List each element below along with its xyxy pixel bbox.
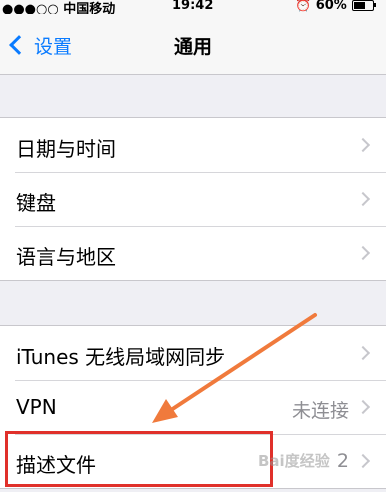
watermark: Bai度经验 — [258, 452, 330, 470]
annotation-arrow-icon — [152, 313, 317, 423]
